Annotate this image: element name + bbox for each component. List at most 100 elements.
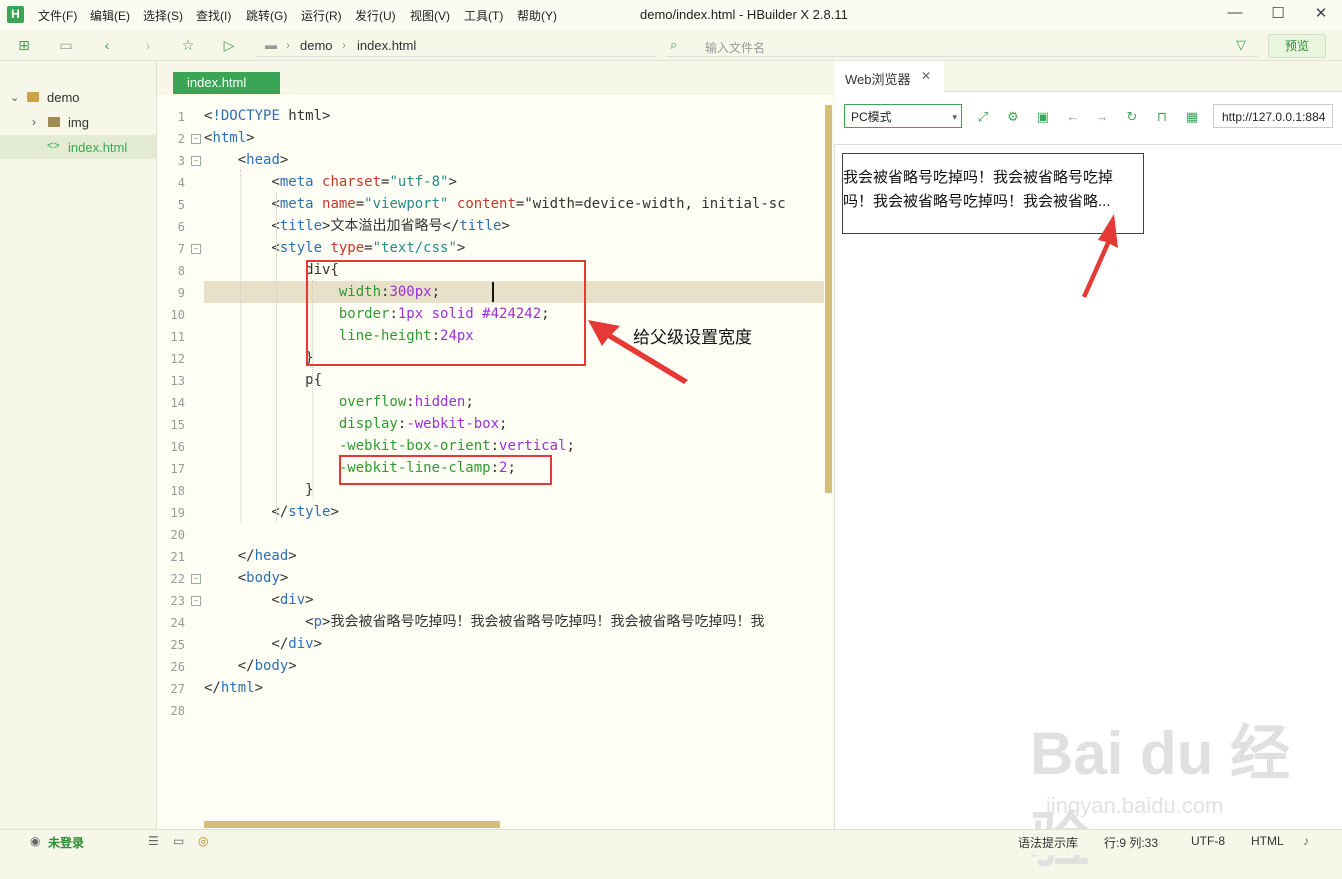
mode-select[interactable]: PC模式 ▾ — [844, 104, 962, 128]
menu-run[interactable]: 运行(R) — [301, 7, 342, 24]
back-icon[interactable]: ‹ — [98, 36, 116, 54]
menu-tools[interactable]: 工具(T) — [464, 7, 503, 24]
refresh-icon[interactable]: ↻ — [1124, 109, 1140, 125]
login-status[interactable]: 未登录 — [48, 834, 84, 851]
menu-help[interactable]: 帮助(Y) — [517, 7, 557, 24]
code-line[interactable]: <p>我会被省略号吃掉吗！我会被省略号吃掉吗！我会被省略号吃掉吗！我 — [204, 611, 764, 633]
lock-icon[interactable]: ⊓ — [1154, 109, 1170, 125]
forward-icon[interactable]: › — [139, 36, 157, 54]
sidebar-item-index-html[interactable]: index.html — [68, 140, 127, 155]
encoding[interactable]: UTF-8 — [1191, 834, 1225, 848]
menu-publish[interactable]: 发行(U) — [355, 7, 396, 24]
code-line[interactable]: <meta name="viewport" content="width=dev… — [204, 193, 785, 215]
mode-select-value: PC模式 — [851, 110, 892, 124]
code-line[interactable]: overflow:hidden; — [204, 391, 474, 413]
filter-icon[interactable]: ▽ — [1236, 37, 1246, 53]
fold-toggle-icon[interactable]: − — [191, 574, 201, 584]
code-line[interactable]: } — [204, 479, 313, 501]
code-line[interactable]: display:-webkit-box; — [204, 413, 508, 435]
highlight-box-div-style — [306, 260, 586, 366]
editor-vertical-scrollbar[interactable] — [825, 105, 832, 493]
syntax-library[interactable]: 语法提示库 — [1018, 834, 1078, 851]
code-line[interactable]: <body> — [204, 567, 289, 589]
user-icon: ◉ — [30, 834, 41, 848]
line-number: 15 — [170, 418, 185, 432]
sidebar-item-img[interactable]: img — [68, 115, 89, 130]
fold-toggle-icon[interactable]: − — [191, 596, 201, 606]
cursor-position[interactable]: 行:9 列:33 — [1104, 834, 1158, 851]
menu-find[interactable]: 查找(I) — [196, 7, 231, 24]
line-number: 5 — [177, 198, 185, 212]
language-mode[interactable]: HTML — [1251, 834, 1284, 848]
line-number: 12 — [170, 352, 185, 366]
fold-toggle-icon[interactable]: − — [191, 156, 201, 166]
qrcode-icon[interactable]: ▦ — [1184, 109, 1200, 125]
menu-edit[interactable]: 编辑(E) — [90, 7, 130, 24]
maximize-icon[interactable]: ☐ — [1268, 4, 1288, 22]
code-line[interactable]: <head> — [204, 149, 289, 171]
line-number: 17 — [170, 462, 185, 476]
code-line[interactable]: p{ — [204, 369, 322, 391]
globe-icon[interactable]: ◎ — [198, 834, 208, 848]
code-line[interactable]: </style> — [204, 501, 338, 523]
run-icon[interactable]: ▷ — [220, 36, 238, 54]
screenshot-icon[interactable]: ⤢ — [975, 109, 991, 125]
breadcrumb-file[interactable]: index.html — [357, 38, 416, 53]
settings-icon[interactable]: ⚙ — [1005, 109, 1021, 125]
line-number: 20 — [170, 528, 185, 542]
folder-icon — [48, 117, 60, 127]
save-icon[interactable]: ▭ — [57, 36, 75, 54]
editor-horizontal-scrollbar[interactable] — [204, 821, 500, 828]
fold-toggle-icon[interactable]: − — [191, 134, 201, 144]
menu-select[interactable]: 选择(S) — [143, 7, 183, 24]
code-line[interactable]: <title>文本溢出加省略号</title> — [204, 215, 509, 237]
new-file-icon[interactable]: ⊞ — [15, 36, 33, 54]
line-number: 7 — [177, 242, 185, 256]
close-icon[interactable]: ✕ — [1311, 4, 1331, 22]
fold-toggle-icon[interactable]: − — [191, 244, 201, 254]
back-icon[interactable]: ← — [1065, 109, 1081, 125]
window-title: demo/index.html - HBuilder X 2.8.11 — [640, 7, 848, 22]
menu-goto[interactable]: 跳转(G) — [246, 7, 287, 24]
menu-file[interactable]: 文件(F) — [38, 7, 77, 24]
code-line[interactable]: </div> — [204, 633, 322, 655]
code-line[interactable]: </body> — [204, 655, 297, 677]
code-line[interactable]: <meta charset="utf-8"> — [204, 171, 457, 193]
close-tab-icon[interactable]: ✕ — [921, 69, 931, 83]
code-line[interactable]: </head> — [204, 545, 297, 567]
code-line[interactable]: -webkit-box-orient:vertical; — [204, 435, 575, 457]
app-logo-icon: H — [7, 6, 24, 23]
console-icon[interactable]: ▣ — [1035, 109, 1051, 125]
sidebar-item-demo[interactable]: demo — [47, 90, 80, 105]
indent-guide — [276, 192, 277, 522]
forward-icon[interactable]: → — [1094, 109, 1110, 125]
line-number: 21 — [170, 550, 185, 564]
code-line[interactable]: } — [204, 347, 313, 369]
minimize-icon[interactable]: — — [1225, 4, 1245, 21]
breadcrumb-demo[interactable]: demo — [300, 38, 333, 53]
line-number: 19 — [170, 506, 185, 520]
tab-index-html[interactable]: index.html — [173, 72, 280, 94]
preview-button[interactable]: 预览 — [1268, 34, 1326, 58]
code-line[interactable]: <div> — [204, 589, 313, 611]
chevron-down-icon[interactable]: ⌄ — [10, 91, 19, 104]
code-line[interactable]: <html> — [204, 127, 255, 149]
chevron-right-icon[interactable]: › — [32, 115, 36, 129]
line-number: 10 — [170, 308, 185, 322]
search-icon: ⌕ — [670, 37, 678, 52]
outline-icon[interactable]: ☰ — [148, 834, 159, 848]
annotation-text: 给父级设置宽度 — [633, 328, 752, 347]
line-number: 6 — [177, 220, 185, 234]
star-icon[interactable]: ☆ — [179, 36, 197, 54]
url-input[interactable]: http://127.0.0.1:884 — [1213, 104, 1333, 128]
code-line[interactable]: </html> — [204, 677, 263, 699]
line-number: 14 — [170, 396, 185, 410]
line-number: 13 — [170, 374, 185, 388]
code-line[interactable]: <style type="text/css"> — [204, 237, 465, 259]
dropdown-icon: ▾ — [952, 112, 957, 122]
menu-view[interactable]: 视图(V) — [410, 7, 450, 24]
terminal-icon[interactable]: ▭ — [173, 834, 184, 848]
code-line[interactable]: <!DOCTYPE html> — [204, 105, 330, 127]
chevron-right-icon: › — [342, 38, 346, 52]
bell-icon[interactable]: ♪ — [1303, 834, 1309, 848]
